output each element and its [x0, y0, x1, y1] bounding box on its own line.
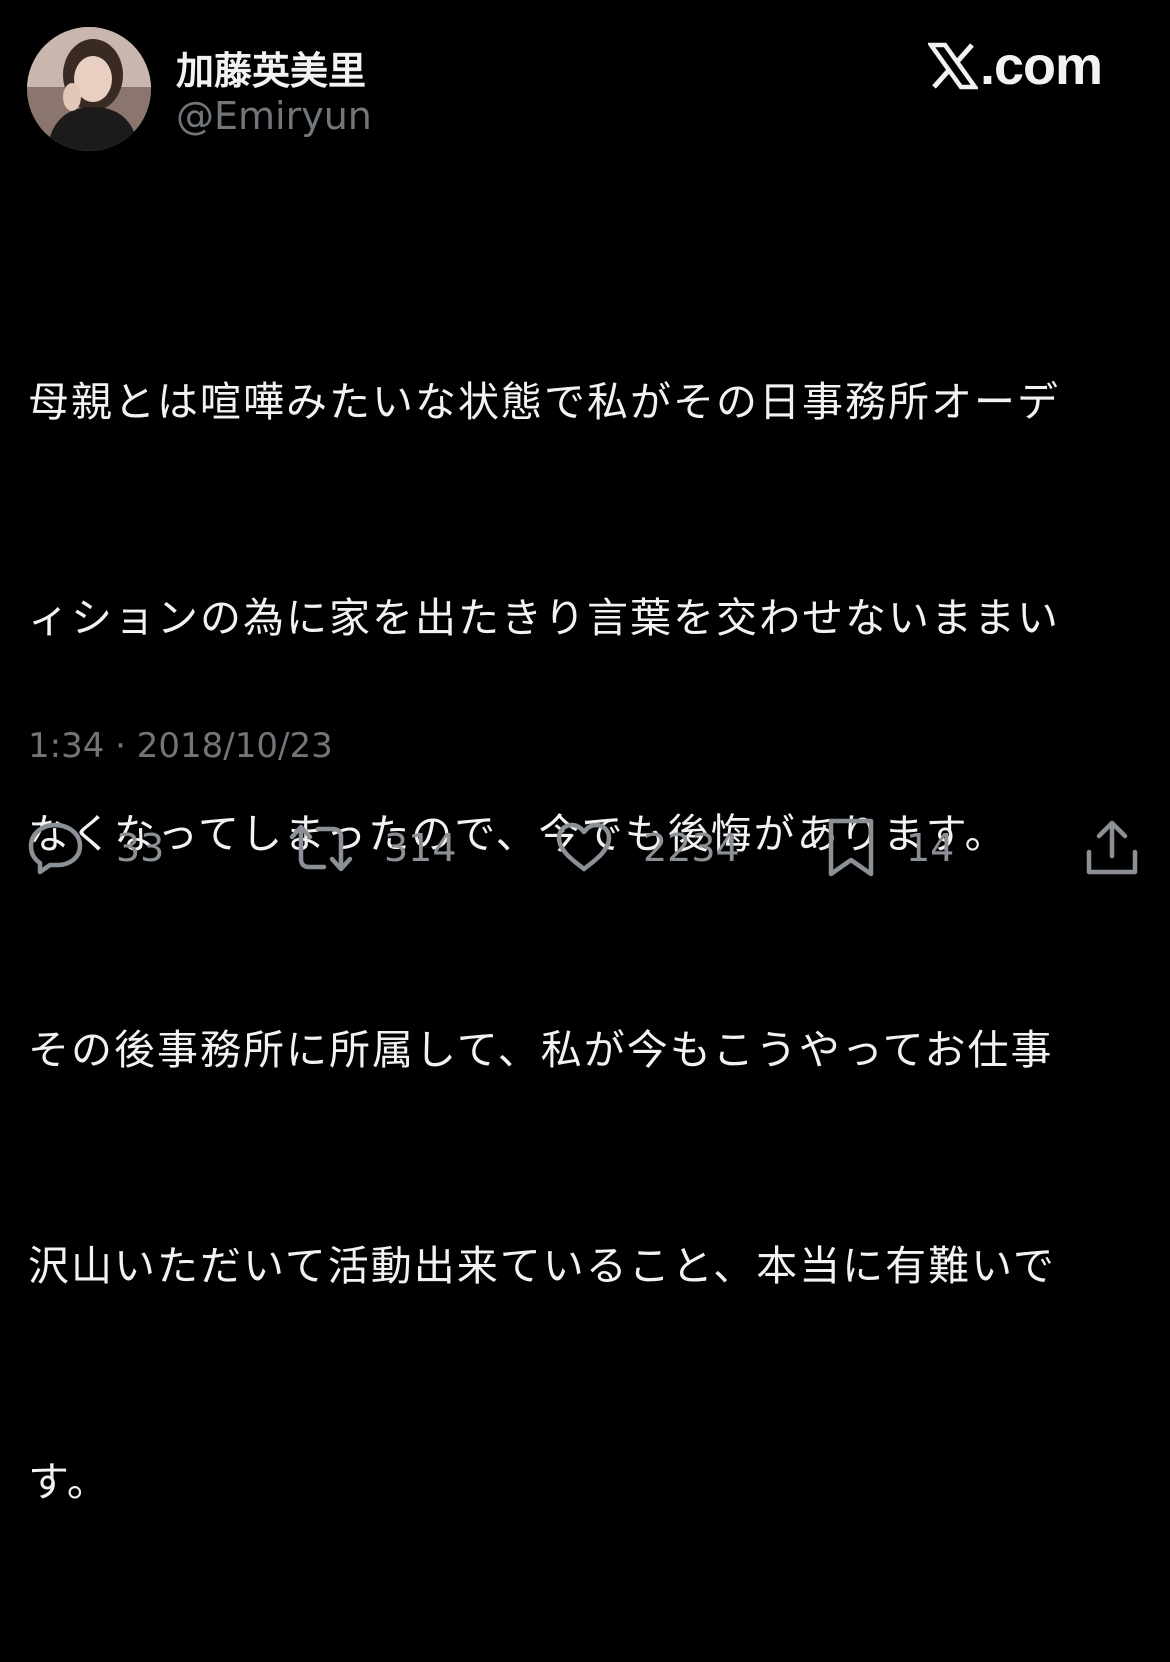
tweet-timestamp[interactable]: 1:34 · 2018/10/23 — [28, 726, 333, 766]
brand-text: .com — [979, 36, 1103, 96]
tweet-text-line: 母親とは喧嘩みたいな状態で私がその日事務所オーデ — [28, 378, 1060, 426]
like-button[interactable]: 2234 — [555, 812, 740, 884]
retweet-button[interactable]: 314 — [288, 812, 457, 884]
avatar-image — [27, 27, 151, 151]
tweet-text-line: す。 — [28, 1458, 110, 1506]
share-icon — [1086, 820, 1138, 875]
reply-button[interactable]: 33 — [28, 812, 164, 884]
user-handle[interactable]: @Emiryun — [176, 94, 372, 138]
x-logo-icon — [927, 41, 978, 91]
bookmark-icon — [828, 818, 874, 877]
share-button[interactable] — [1084, 812, 1140, 884]
bookmark-button[interactable]: 14 — [826, 812, 954, 884]
action-bar: 33 314 2234 14 — [0, 812, 1170, 884]
reply-count: 33 — [116, 826, 165, 870]
display-name[interactable]: 加藤英美里 — [176, 40, 366, 95]
x-com-watermark: .com — [927, 36, 1103, 96]
heart-icon — [556, 822, 612, 872]
like-count: 2234 — [643, 826, 740, 870]
retweet-icon — [289, 824, 353, 872]
tweet-text: 母親とは喧嘩みたいな状態で私がその日事務所オーデ ィションの為に家を出たきり言葉… — [28, 222, 1118, 1662]
reply-icon — [28, 822, 83, 875]
avatar[interactable] — [27, 27, 151, 151]
tweet-text-line: 沢山いただいて活動出来ていること、本当に有難いで — [28, 1242, 1056, 1290]
retweet-count: 314 — [384, 826, 457, 870]
bookmark-count: 14 — [906, 826, 955, 870]
tweet-text-line: その後事務所に所属して、私が今もこうやってお仕事 — [28, 1026, 1054, 1074]
tweet-card: 加藤英美里 @Emiryun .com 母親とは喧嘩みたいな状態で私がその日事務… — [0, 0, 1170, 1506]
tweet-text-line: ィションの為に家を出たきり言葉を交わせないままい — [28, 594, 1060, 642]
